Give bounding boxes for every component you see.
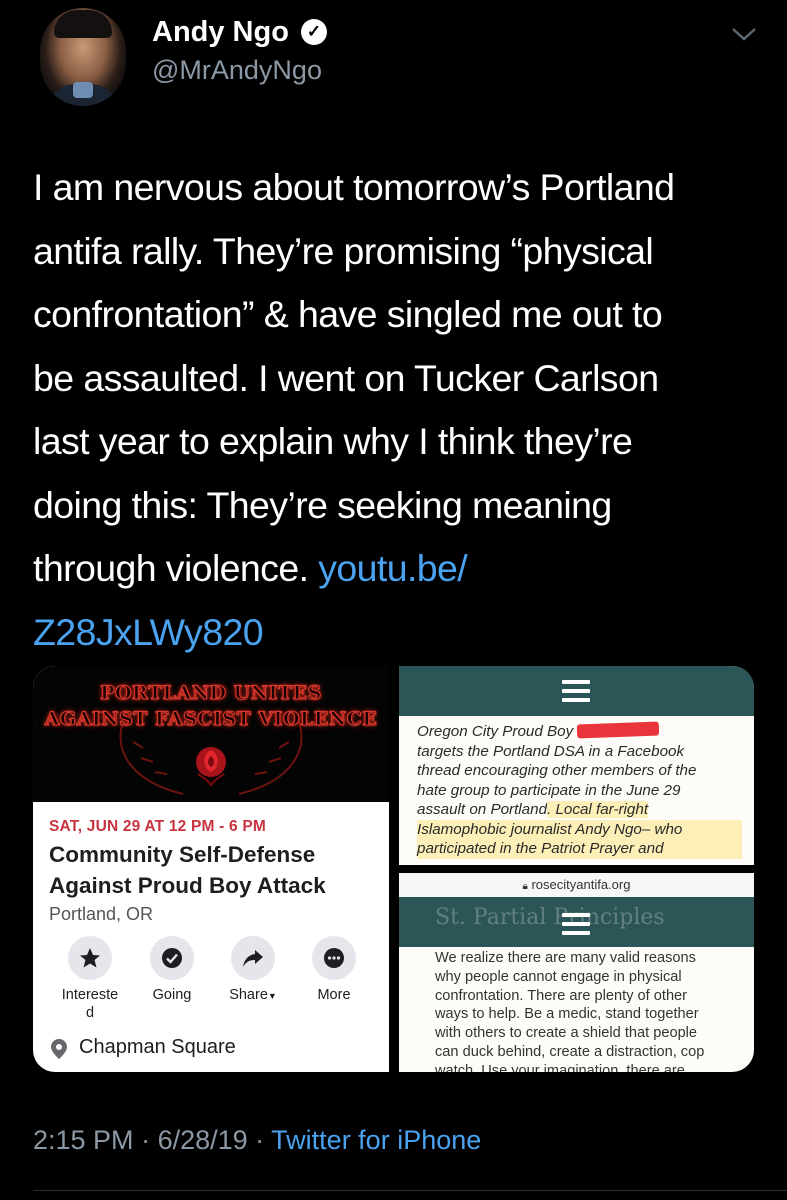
- author-name[interactable]: Andy Ngo: [152, 16, 289, 49]
- tweet-header: Andy Ngo ✓ @MrAndyNgo: [0, 0, 787, 130]
- interested-button[interactable]: Intereste d: [52, 936, 128, 1022]
- event-date: SAT, JUN 29 AT 12 PM - 6 PM: [49, 818, 266, 835]
- tweet-text: I am nervous about tomorrow’s Portland a…: [33, 156, 773, 664]
- more-circle: [312, 936, 356, 980]
- star-icon: [80, 948, 100, 968]
- article-line: We realize there are many valid reasons: [435, 950, 696, 966]
- tweet-source[interactable]: Twitter for iPhone: [271, 1125, 481, 1155]
- interested-label-line1: Intereste: [61, 987, 119, 1003]
- redaction-mark: [577, 721, 660, 739]
- chevron-down-icon[interactable]: [730, 24, 758, 44]
- event-location: Portland, OR: [49, 904, 154, 924]
- url-text: rosecityantifa.org: [531, 877, 631, 892]
- avatar[interactable]: [40, 8, 126, 106]
- interested-label: Intereste d: [52, 986, 128, 1022]
- tweet-line: through violence.: [33, 547, 319, 589]
- event-title: Community Self-Defense Against Proud Boy…: [49, 839, 379, 901]
- youtube-link-continued[interactable]: Z28JxLWy820: [33, 601, 773, 665]
- article-line-start: assault on Portland: [417, 801, 548, 818]
- event-screenshot[interactable]: PORTLAND UNITES AGAINST FASCIST VIOLENCE…: [33, 666, 389, 1072]
- author-handle[interactable]: @MrAndyNgo: [152, 55, 322, 86]
- tweet-line: be assaulted. I went on Tucker Carlson: [33, 356, 659, 399]
- tweet-time[interactable]: 2:15 PM: [33, 1125, 134, 1155]
- tweet-line: antifa rally. They’re promising “physica…: [33, 229, 654, 272]
- article-line: with others to create a shield that peop…: [435, 1025, 698, 1042]
- separator: ·: [247, 1125, 272, 1155]
- banner-title-line1: PORTLAND UNITES: [100, 682, 322, 705]
- interested-circle: [68, 936, 112, 980]
- separator: ·: [133, 1125, 158, 1155]
- article-line: why people cannot engage in physical: [435, 968, 682, 985]
- hamburger-menu-icon: [562, 680, 590, 702]
- going-circle: [150, 936, 194, 980]
- article-line: hate group to participate in the June 29: [417, 781, 681, 799]
- tweet-line: I am nervous about tomorrow’s Portland: [33, 166, 675, 208]
- share-caret-icon: ▼: [267, 991, 277, 1001]
- faded-heading: St. Partial Principles: [435, 905, 665, 930]
- banner-title-line2: AGAINST FASCIST VIOLENCE: [44, 708, 378, 731]
- article-line: watch. Use your imagination, there are: [435, 1062, 685, 1072]
- url-bar: 🔒︎ rosecityantifa.org: [399, 873, 754, 897]
- highlighted-line: participated in the Patriot Prayer and: [417, 839, 742, 859]
- highlighted-text: . Local far-right: [547, 801, 649, 818]
- divider: [33, 1190, 787, 1191]
- article-text: We realize there are many valid reasons …: [435, 949, 740, 1072]
- article-line: ways to help. Be a medic, stand together: [435, 1006, 699, 1023]
- place-name[interactable]: Chapman Square: [79, 1036, 236, 1059]
- more-button[interactable]: More: [296, 936, 372, 1004]
- tweet-date[interactable]: 6/28/19: [158, 1125, 248, 1155]
- going-button[interactable]: Going: [134, 936, 210, 1004]
- article-line: targets the Portland DSA in a Facebook: [417, 742, 685, 760]
- going-label: Going: [152, 987, 192, 1003]
- article-screenshot-top[interactable]: Oregon City Proud Boy targets the Portla…: [399, 666, 754, 865]
- share-circle: [231, 936, 275, 980]
- rose-icon: [196, 747, 226, 786]
- share-label-text: Share: [229, 987, 268, 1003]
- avatar-hair: [54, 10, 112, 38]
- article-text: Oregon City Proud Boy targets the Portla…: [417, 721, 742, 859]
- event-actions: Intereste d Going Share▼ More: [33, 936, 389, 1021]
- article-line: Oregon City Proud Boy: [417, 721, 742, 742]
- tweet-line-with-link: through violence. youtu.be/: [33, 537, 773, 601]
- event-banner: PORTLAND UNITES AGAINST FASCIST VIOLENCE: [33, 666, 389, 802]
- more-label: More: [317, 987, 351, 1003]
- hamburger-menu-icon: [562, 913, 590, 935]
- more-dots-icon: [324, 948, 344, 968]
- article-screenshot-bottom[interactable]: 🔒︎ rosecityantifa.org St. Partial Princi…: [399, 873, 754, 1072]
- avatar-collar: [73, 82, 93, 98]
- tweet-metadata: 2:15 PM · 6/28/19 · Twitter for iPhone: [33, 1125, 481, 1156]
- article-line: thread encouraging other members of the: [417, 762, 697, 779]
- interested-label-line2: d: [85, 1005, 95, 1021]
- tweet-line: doing this: They’re seeking meaning: [33, 483, 612, 526]
- youtube-link[interactable]: youtu.be/: [318, 547, 467, 589]
- event-title-line2: Against Proud Boy Attack: [49, 873, 326, 898]
- verified-badge-icon: ✓: [301, 19, 327, 45]
- article-line-start: Oregon City Proud Boy: [417, 723, 578, 740]
- lock-icon: 🔒︎: [522, 881, 528, 892]
- share-button[interactable]: Share▼: [215, 936, 291, 1005]
- tweet-line: last year to explain why I think they’re: [33, 420, 633, 462]
- media-grid: PORTLAND UNITES AGAINST FASCIST VIOLENCE…: [33, 666, 754, 1072]
- article-line: confrontation. There are plenty of other: [435, 987, 688, 1004]
- check-icon: [162, 948, 182, 968]
- article-line: assault on Portland. Local far-right: [417, 800, 742, 820]
- share-label: Share▼: [215, 986, 291, 1005]
- article-line: can duck behind, create a distraction, c…: [435, 1043, 705, 1060]
- location-pin-icon: [51, 1039, 67, 1059]
- event-title-line1: Community Self-Defense: [49, 842, 316, 867]
- highlighted-line: Islamophobic journalist Andy Ngo– who: [417, 819, 742, 839]
- tweet-line: confrontation” & have singled me out to: [33, 293, 663, 335]
- share-arrow-icon: [243, 950, 263, 967]
